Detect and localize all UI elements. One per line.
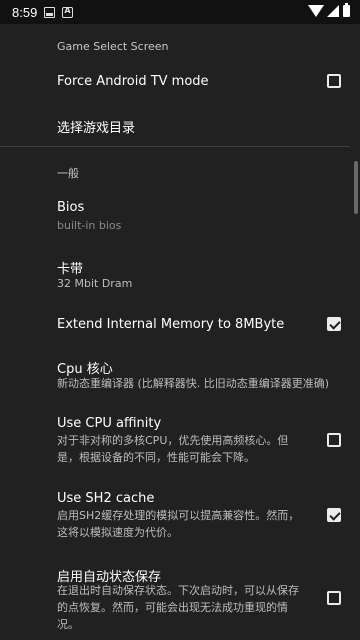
setting-summary-line3: 况。: [57, 618, 79, 631]
section-header-game-select: Game Select Screen: [57, 40, 169, 53]
settings-list[interactable]: Game Select Screen Force Android TV mode…: [0, 24, 360, 640]
setting-summary-line2: 是，根据设备的不同，性能可能会下降。: [57, 451, 255, 464]
setting-title: 选择游戏目录: [57, 121, 136, 136]
setting-title: Use CPU affinity: [57, 416, 162, 431]
section-divider: [0, 146, 350, 147]
force-tv-checkbox[interactable]: [327, 74, 341, 88]
app-notification-icon: [62, 6, 74, 18]
section-header-general: 一般: [57, 167, 79, 180]
extend-memory-checkbox[interactable]: [327, 317, 341, 331]
status-time: 8:59: [12, 4, 38, 20]
setting-summary-line2: 的点恢复。然而，可能会出现无法成功重现的情: [57, 601, 288, 614]
setting-title: Force Android TV mode: [57, 74, 209, 89]
setting-summary-line2: 这将以模拟速度为代价。: [57, 526, 178, 539]
setting-summary: built-in bios: [57, 219, 122, 232]
wifi-icon: [308, 5, 324, 17]
status-bar: 8:59: [0, 0, 360, 24]
scrollbar[interactable]: [354, 161, 358, 214]
setting-summary-line1: 在退出时自动保存状态。下次启动时，可以从保存: [57, 584, 299, 597]
setting-summary: 新动态重编译器 (比解释器快. 比旧动态重编译器更准确): [57, 377, 330, 390]
auto-save-checkbox[interactable]: [327, 591, 341, 605]
cpu-affinity-checkbox[interactable]: [327, 433, 341, 447]
setting-title: Use SH2 cache: [57, 491, 155, 506]
sh2-cache-checkbox[interactable]: [327, 508, 341, 522]
setting-summary: 32 Mbit Dram: [57, 277, 133, 290]
signal-icon: [327, 5, 339, 17]
gallery-notification-icon: [44, 6, 56, 18]
setting-summary-line1: 对于非对称的多核CPU，优先使用高频核心。但: [57, 434, 289, 447]
setting-title: Extend Internal Memory to 8MByte: [57, 317, 285, 332]
setting-summary-line1: 启用SH2缓存处理的模拟可以提高兼容性。然而，: [57, 509, 300, 522]
setting-title: Bios: [57, 200, 85, 215]
battery-icon: [343, 3, 350, 17]
